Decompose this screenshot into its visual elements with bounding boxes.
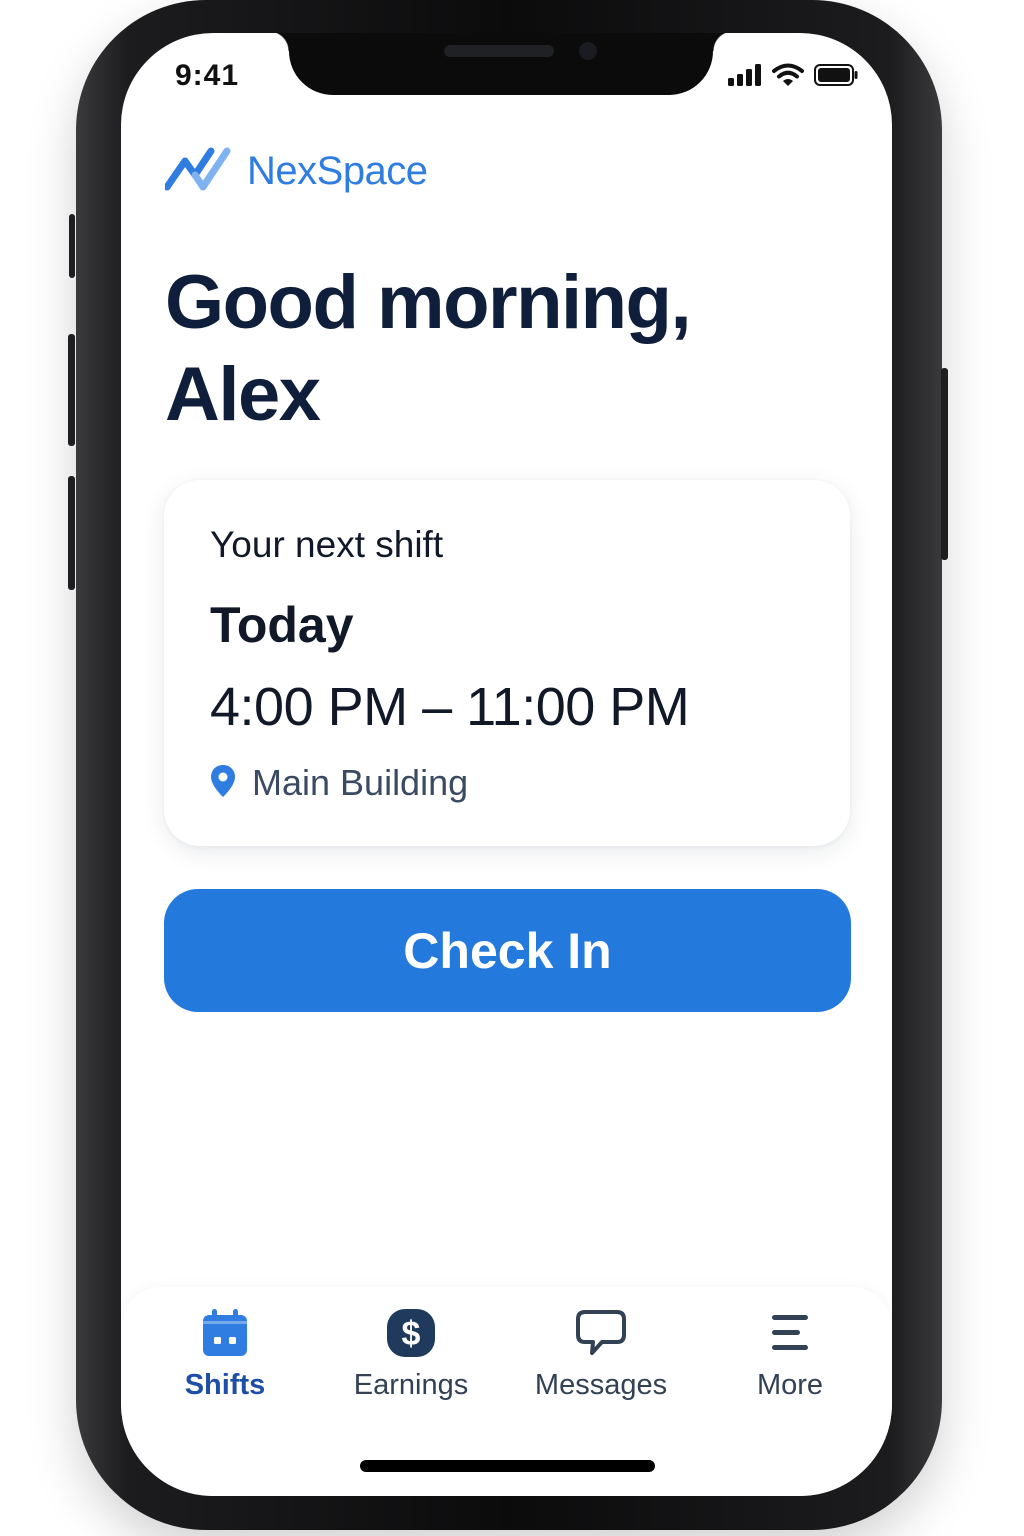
home-indicator[interactable] bbox=[360, 1460, 655, 1472]
power-button bbox=[941, 368, 948, 560]
tab-label-messages: Messages bbox=[534, 1369, 668, 1401]
shift-day: Today bbox=[210, 597, 354, 653]
tab-shifts[interactable]: Shifts bbox=[135, 1307, 315, 1417]
greeting-heading: Good morning, Alex bbox=[165, 260, 692, 437]
phone-screen: 9:41 NexSpace Good morning, Alex Your ne… bbox=[121, 33, 892, 1496]
next-shift-card[interactable]: Your next shift Today 4:00 PM – 11:00 PM… bbox=[164, 480, 850, 846]
tab-label-shifts: Shifts bbox=[184, 1369, 266, 1401]
map-pin-icon bbox=[210, 764, 236, 803]
earpiece-speaker bbox=[444, 45, 554, 57]
shift-time-range: 4:00 PM – 11:00 PM bbox=[210, 677, 690, 737]
tab-more[interactable]: More bbox=[700, 1307, 880, 1417]
tab-label-earnings: Earnings bbox=[353, 1369, 469, 1401]
cellular-signal-icon bbox=[728, 64, 762, 91]
tab-messages[interactable]: Messages bbox=[511, 1307, 691, 1417]
notch bbox=[269, 33, 733, 95]
shift-location: Main Building bbox=[210, 762, 468, 804]
volume-up-button bbox=[68, 334, 75, 446]
nexspace-logo-icon bbox=[163, 147, 231, 196]
calendar-icon bbox=[199, 1307, 251, 1359]
tab-earnings[interactable]: $ Earnings bbox=[321, 1307, 501, 1417]
dollar-icon: $ bbox=[385, 1307, 437, 1359]
front-camera bbox=[579, 42, 597, 60]
stage: 9:41 NexSpace Good morning, Alex Your ne… bbox=[0, 0, 1024, 1536]
status-icons bbox=[728, 63, 858, 92]
silent-switch bbox=[69, 214, 75, 278]
volume-down-button bbox=[68, 476, 75, 590]
brand-name: NexSpace bbox=[247, 149, 428, 193]
status-time: 9:41 bbox=[175, 59, 240, 92]
battery-icon bbox=[814, 64, 858, 91]
brand: NexSpace bbox=[163, 147, 428, 196]
chat-bubble-icon bbox=[575, 1307, 627, 1359]
check-in-button[interactable]: Check In bbox=[164, 889, 851, 1012]
tab-label-more: More bbox=[756, 1369, 824, 1401]
shift-location-text: Main Building bbox=[252, 762, 469, 803]
next-shift-label: Your next shift bbox=[210, 524, 444, 565]
wifi-icon bbox=[772, 63, 804, 92]
svg-text:$: $ bbox=[402, 1315, 421, 1353]
menu-icon bbox=[764, 1307, 816, 1359]
